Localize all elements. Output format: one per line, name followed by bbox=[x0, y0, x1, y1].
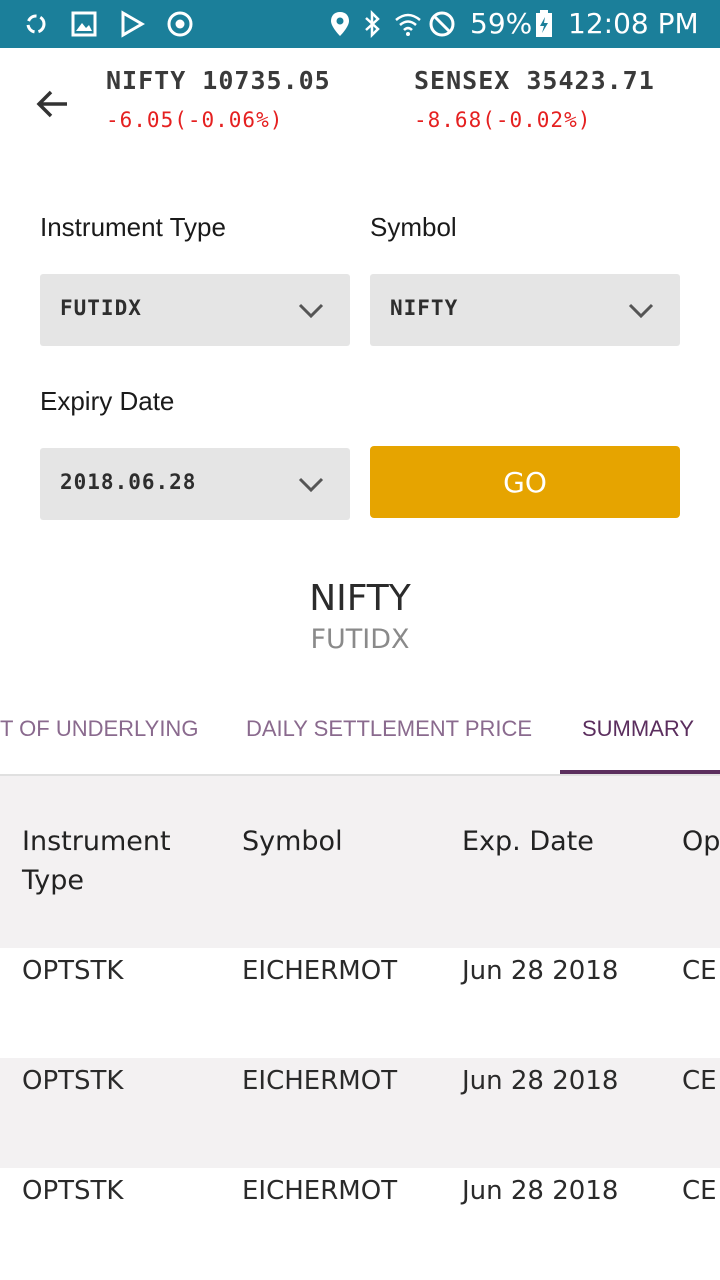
cell-symbol: EICHERMOT bbox=[242, 1176, 398, 1206]
page-title: NIFTY bbox=[309, 578, 411, 619]
nifty-ticker-change: -6.05(-0.06%) bbox=[106, 108, 284, 132]
header-option-type: Op bbox=[682, 826, 720, 857]
header-symbol: Symbol bbox=[242, 826, 343, 857]
cell-symbol: EICHERMOT bbox=[242, 956, 398, 986]
sensex-ticker-change: -8.68(-0.02%) bbox=[414, 108, 592, 132]
symbol-value: NIFTY bbox=[390, 296, 459, 320]
cell-exp-date: Jun 28 2018 bbox=[462, 956, 619, 986]
instrument-type-value: FUTIDX bbox=[60, 296, 142, 320]
table-header: Instrument Type Symbol Exp. Date Op bbox=[0, 776, 720, 948]
cell-option-type: CE bbox=[682, 1066, 717, 1096]
table-row[interactable]: OPTSTK EICHERMOT Jun 28 2018 CE bbox=[0, 1058, 720, 1168]
chevron-down-icon bbox=[298, 303, 324, 319]
header-exp-date: Exp. Date bbox=[462, 826, 594, 857]
tab-daily-settlement-price[interactable]: DAILY SETTLEMENT PRICE bbox=[246, 716, 532, 742]
cell-instrument-type: OPTSTK bbox=[22, 1176, 124, 1206]
nifty-ticker-value: NIFTY 10735.05 bbox=[106, 66, 331, 95]
chevron-down-icon bbox=[628, 303, 654, 319]
symbol-select[interactable]: NIFTY bbox=[370, 274, 680, 346]
expiry-date-label: Expiry Date bbox=[40, 386, 175, 416]
battery-icon bbox=[536, 10, 552, 37]
wifi-icon bbox=[395, 13, 421, 36]
cell-exp-date: Jun 28 2018 bbox=[462, 1066, 619, 1096]
back-button[interactable] bbox=[24, 80, 80, 128]
chevron-down-icon bbox=[298, 477, 324, 493]
arrow-left-icon bbox=[36, 90, 67, 118]
dnd-icon bbox=[429, 11, 455, 37]
cell-instrument-type: OPTSTK bbox=[22, 1066, 124, 1096]
instrument-type-select[interactable]: FUTIDX bbox=[40, 274, 350, 346]
header-instrument-type: Instrument Type bbox=[22, 826, 171, 896]
tab-summary[interactable]: SUMMARY bbox=[582, 716, 694, 742]
summary-table: Instrument Type Symbol Exp. Date Op OPTS… bbox=[0, 776, 720, 1280]
clock: 12:08 PM bbox=[568, 7, 699, 40]
cell-symbol: EICHERMOT bbox=[242, 1066, 398, 1096]
page-subtitle: FUTIDX bbox=[310, 624, 410, 655]
go-button[interactable]: GO bbox=[370, 446, 680, 518]
sensex-ticker-value: SENSEX 35423.71 bbox=[414, 66, 655, 95]
instrument-type-label: Instrument Type bbox=[40, 212, 226, 242]
battery-percent: 59% bbox=[470, 7, 533, 40]
gallery-icon bbox=[71, 11, 97, 37]
play-store-icon bbox=[121, 10, 145, 38]
tab-underlying[interactable]: T OF UNDERLYING bbox=[0, 716, 198, 742]
cell-option-type: CE bbox=[682, 956, 717, 986]
bluetooth-icon bbox=[365, 10, 380, 38]
expiry-date-value: 2018.06.28 bbox=[60, 470, 197, 494]
active-tab-indicator bbox=[560, 770, 720, 774]
location-icon bbox=[331, 12, 349, 36]
cell-exp-date: Jun 28 2018 bbox=[462, 1176, 619, 1206]
chrome-icon bbox=[167, 11, 193, 37]
table-row[interactable]: OPTSTK EICHERMOT Jun 28 2018 CE bbox=[0, 1168, 720, 1278]
cell-option-type: CE bbox=[682, 1176, 717, 1206]
cell-instrument-type: OPTSTK bbox=[22, 956, 124, 986]
tab-bar: T OF UNDERLYING DAILY SETTLEMENT PRICE S… bbox=[0, 686, 720, 776]
table-row[interactable]: OPTSTK EICHERMOT Jun 28 2018 CE bbox=[0, 948, 720, 1058]
symbol-label: Symbol bbox=[370, 212, 457, 242]
sync-icon bbox=[26, 14, 46, 34]
status-bar: 59% 12:08 PM bbox=[0, 0, 720, 48]
expiry-date-select[interactable]: 2018.06.28 bbox=[40, 448, 350, 520]
